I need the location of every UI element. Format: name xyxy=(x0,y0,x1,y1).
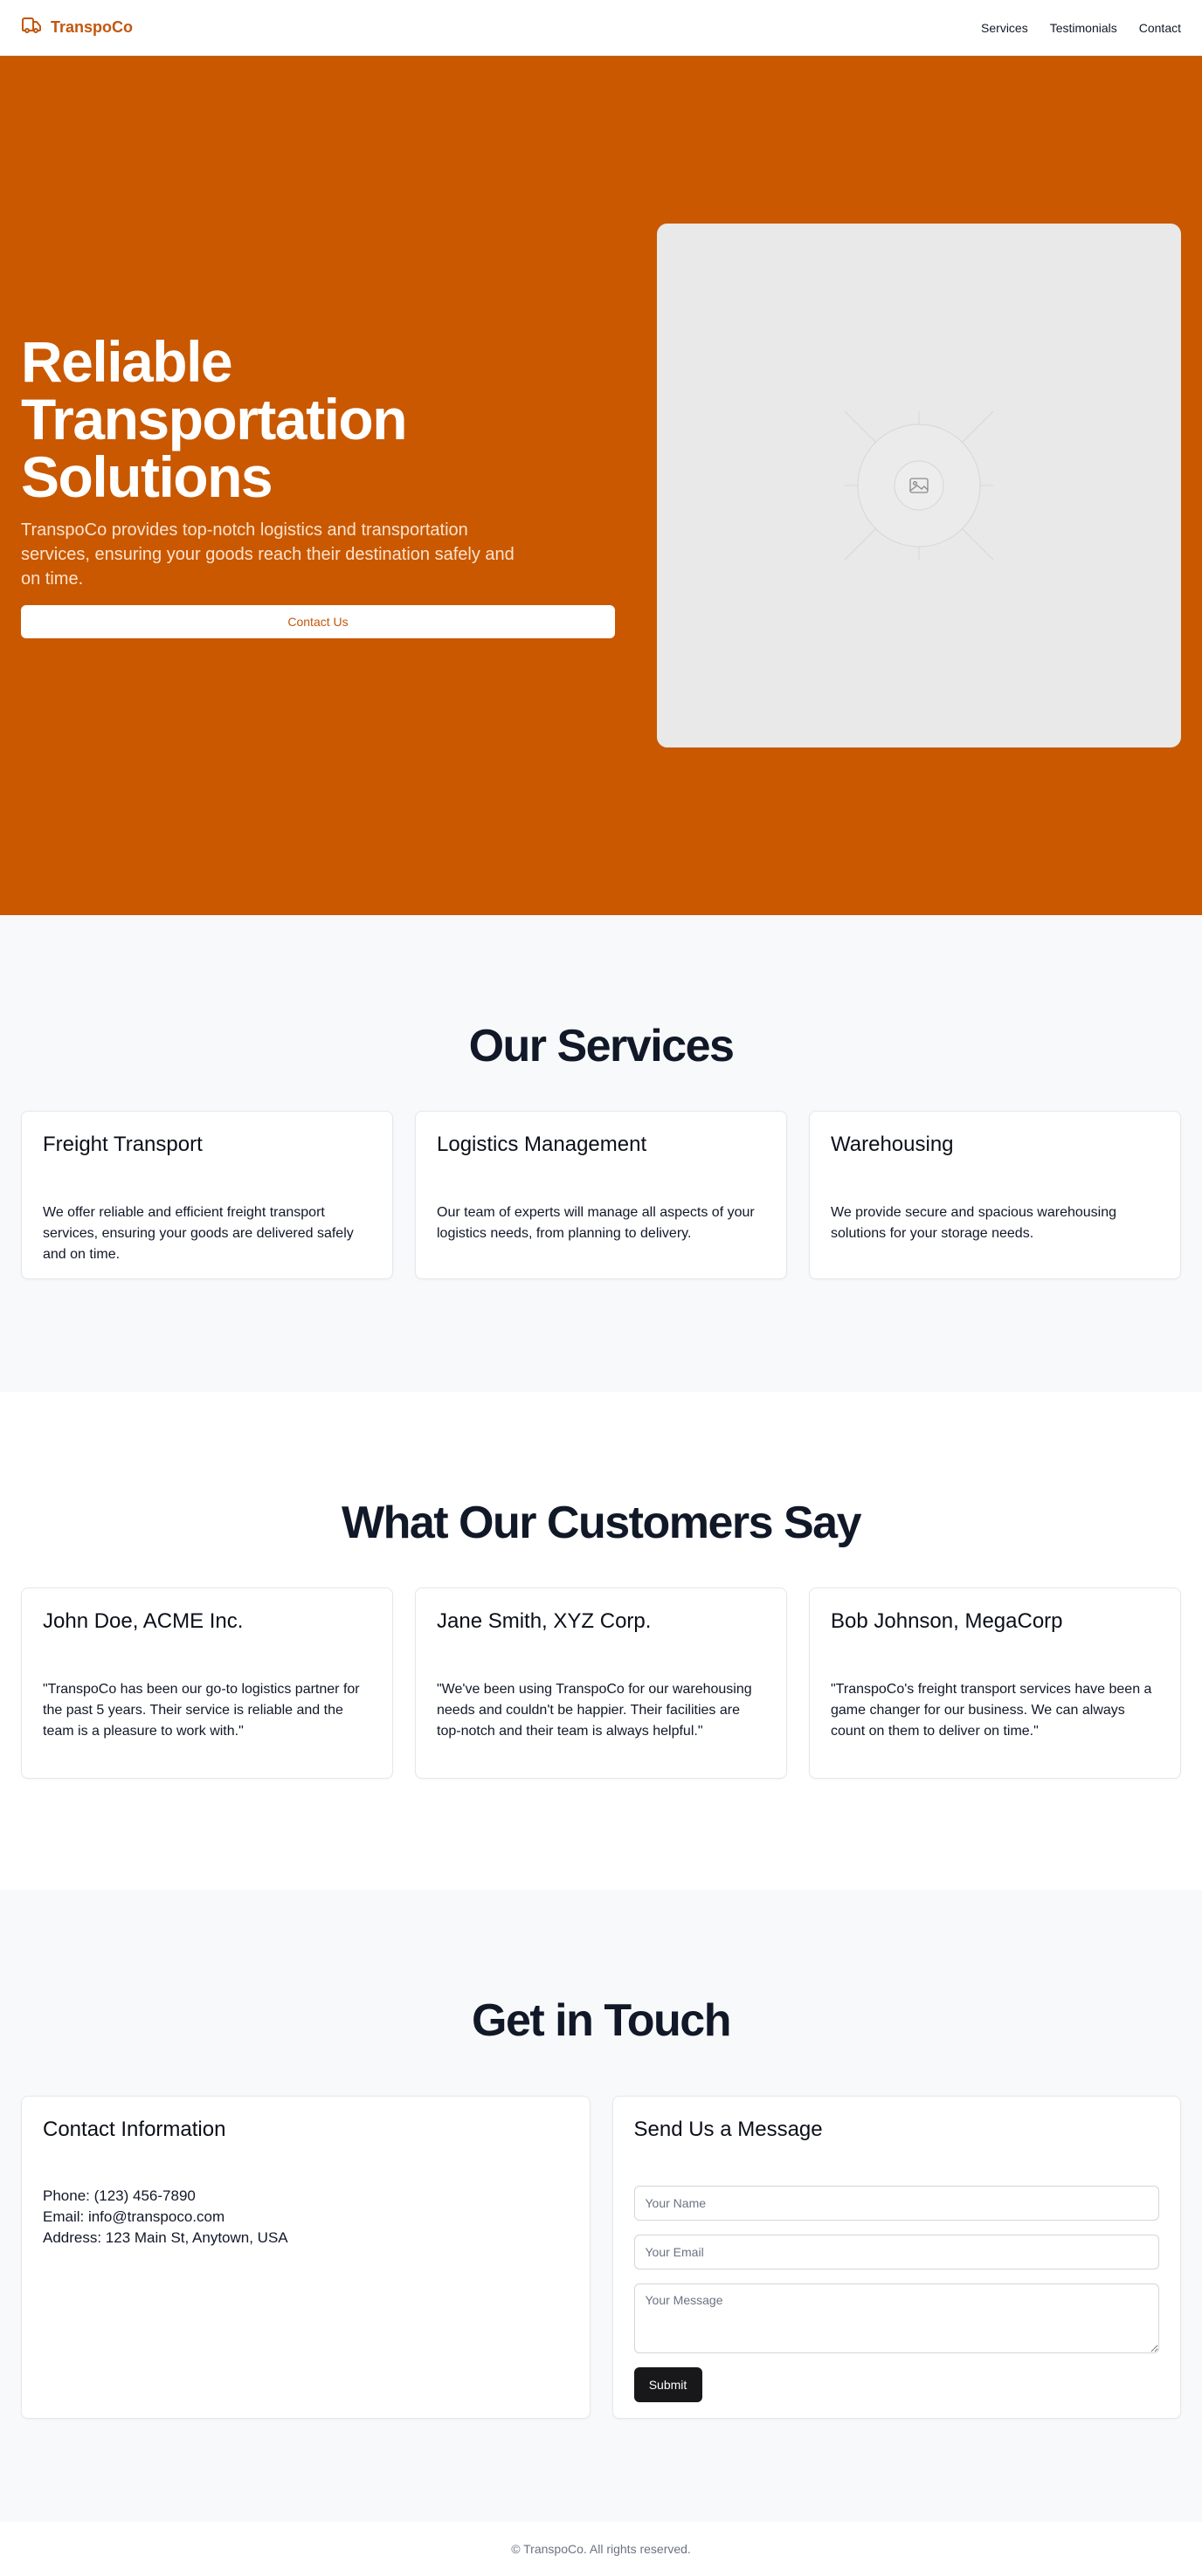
testimonial-cards: John Doe, ACME Inc. "TranspoCo has been … xyxy=(21,1588,1181,1779)
testimonial-author: Jane Smith, XYZ Corp. xyxy=(437,1609,652,1633)
brand-name: TranspoCo xyxy=(51,18,134,36)
testimonial-card: Bob Johnson, MegaCorp "TranspoCo's freig… xyxy=(809,1588,1181,1779)
message-textarea[interactable] xyxy=(633,2283,1159,2353)
contact-details: Phone: (123) 456-7890 Email: info@transp… xyxy=(43,2186,569,2249)
services-title: Our Services xyxy=(468,1021,735,1071)
testimonial-quote: "TranspoCo has been our go-to logistics … xyxy=(43,1682,360,1739)
service-card-title: Freight Transport xyxy=(43,1133,203,1156)
hero-content: Reliable Transportation Solutions Transp… xyxy=(21,333,615,638)
hero-image-placeholder xyxy=(657,224,1181,747)
email-input[interactable] xyxy=(633,2235,1159,2269)
message-form-card: Send Us a Message Submit xyxy=(611,2096,1181,2419)
hero-subtitle: TranspoCo provides top-notch logistics a… xyxy=(21,520,515,589)
site-footer: © TranspoCo. All rights reserved. xyxy=(0,2522,1202,2576)
contact-info-title: Contact Information xyxy=(43,2118,226,2141)
name-input[interactable] xyxy=(633,2186,1159,2221)
service-card-text: We provide secure and spacious warehousi… xyxy=(831,1205,1117,1241)
service-card-text: Our team of experts will manage all aspe… xyxy=(437,1205,755,1241)
testimonial-author: Bob Johnson, MegaCorp xyxy=(831,1609,1063,1633)
testimonial-quote: "TranspoCo's freight transport services … xyxy=(831,1682,1152,1739)
contact-title: Get in Touch xyxy=(472,1995,731,2046)
truck-icon xyxy=(21,15,42,40)
submit-button[interactable]: Submit xyxy=(633,2367,702,2402)
service-card: Logistics Management Our team of experts… xyxy=(415,1111,787,1279)
services-cards: Freight Transport We offer reliable and … xyxy=(21,1111,1181,1279)
testimonial-author: John Doe, ACME Inc. xyxy=(43,1609,244,1633)
contact-address: Address: 123 Main St, Anytown, USA xyxy=(43,2229,288,2246)
site-header: TranspoCo Services Testimonials Contact xyxy=(0,0,1202,56)
nav-link-testimonials[interactable]: Testimonials xyxy=(1050,21,1117,35)
main-nav: Services Testimonials Contact xyxy=(981,21,1181,35)
brand-logo[interactable]: TranspoCo xyxy=(21,15,133,40)
contact-info-card: Contact Information Phone: (123) 456-789… xyxy=(21,2096,591,2419)
testimonial-card: John Doe, ACME Inc. "TranspoCo has been … xyxy=(21,1588,393,1779)
service-card: Warehousing We provide secure and spacio… xyxy=(809,1111,1181,1279)
hero-section: Reliable Transportation Solutions Transp… xyxy=(0,56,1202,915)
contact-us-button[interactable]: Contact Us xyxy=(21,605,615,638)
message-form-title: Send Us a Message xyxy=(633,2118,823,2141)
image-placeholder-icon xyxy=(844,410,994,561)
contact-cards: Contact Information Phone: (123) 456-789… xyxy=(21,2096,1181,2419)
contact-email: Email: info@transpoco.com xyxy=(43,2208,225,2225)
nav-link-services[interactable]: Services xyxy=(981,21,1028,35)
service-card-text: We offer reliable and efficient freight … xyxy=(43,1205,354,1262)
services-section: Our Services Freight Transport We offer … xyxy=(0,915,1202,1392)
hero-title: Reliable Transportation Solutions xyxy=(21,329,408,509)
testimonials-section: What Our Customers Say John Doe, ACME In… xyxy=(0,1392,1202,1890)
copyright-text: © TranspoCo. All rights reserved. xyxy=(511,2542,691,2556)
nav-link-contact[interactable]: Contact xyxy=(1139,21,1181,35)
contact-phone: Phone: (123) 456-7890 xyxy=(43,2187,196,2204)
testimonials-title: What Our Customers Say xyxy=(341,1498,862,1548)
testimonial-card: Jane Smith, XYZ Corp. "We've been using … xyxy=(415,1588,787,1779)
testimonial-quote: "We've been using TranspoCo for our ware… xyxy=(437,1682,752,1739)
contact-section: Get in Touch Contact Information Phone: … xyxy=(0,1890,1202,2522)
service-card-title: Warehousing xyxy=(831,1133,954,1156)
service-card-title: Logistics Management xyxy=(437,1133,647,1156)
service-card: Freight Transport We offer reliable and … xyxy=(21,1111,393,1279)
message-form: Submit xyxy=(633,2186,1159,2402)
